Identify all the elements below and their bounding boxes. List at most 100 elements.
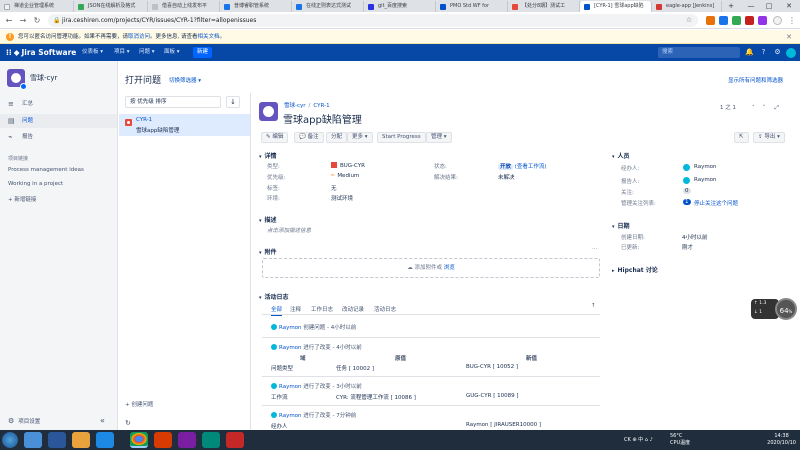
taskbar-app-icon[interactable] [24,432,42,448]
attachment-dropzone[interactable]: ☁ 添加附件或 浏览 [262,258,600,278]
sort-dropdown[interactable]: 按 优先级 排序 [125,96,221,108]
browser-tab[interactable]: JSON在线解析及格式 [74,1,148,12]
docs-link[interactable]: 相关文档 [198,34,220,40]
start-progress-button[interactable]: Start Progress [377,132,426,143]
minimize-button[interactable]: — [744,0,758,12]
attachments-section-heading[interactable]: ▾ 附件 [259,247,277,256]
reporter-value[interactable]: Raymon [694,177,717,183]
more-dropdown[interactable]: 更多 ▾ [347,132,373,143]
sort-direction-button[interactable]: ↓ [226,96,240,108]
url-input[interactable]: 🔒 jira.ceshiren.com/projects/CYR/issues/C… [48,14,698,27]
issue-title[interactable]: 雪球app缺陷管理 [283,111,362,126]
activity-user-link[interactable]: Raymon [279,384,302,390]
extension-icon[interactable] [758,16,767,25]
browser-tab[interactable]: 普博睿职管系统 [220,1,292,12]
people-section-heading[interactable]: ▾ 人员 [612,151,630,160]
activity-tab-history[interactable]: 改动记录 [342,305,364,313]
browser-tab[interactable]: 在线正则表达式测试 [292,1,364,12]
view-workflow-link[interactable]: (查看工作流) [515,164,547,170]
folder-icon[interactable] [72,432,90,448]
taskbar-app-icon[interactable] [48,432,66,448]
activity-tab-comments[interactable]: 注释 [290,305,301,313]
taskbar-app-icon[interactable] [154,432,172,448]
back-icon[interactable]: ← [3,15,15,26]
breadcrumb-issue-key[interactable]: CYR-1 [313,103,329,109]
nav-issues[interactable]: 问题 ▾ [139,44,155,61]
project-settings-button[interactable]: ⚙ 项目设置 [8,417,40,425]
breadcrumb-project[interactable]: 雪球-cyr [284,103,306,109]
view-all-filters-link[interactable]: 显示所有问题和筛选器 [728,76,783,84]
activity-user-link[interactable]: Raymon [279,325,302,331]
issue-list-item[interactable]: CYR-1 雪球app缺陷管理 [119,114,250,136]
browser-tab[interactable]: 【处分8期】测试工 [508,1,580,12]
watchers-count[interactable]: 1 [683,199,691,205]
collapse-sidebar-icon[interactable]: « [100,416,105,425]
comment-button[interactable]: 💬 备注 [294,132,324,143]
close-window-button[interactable]: ✕ [782,0,796,12]
browser-menu-icon[interactable]: ⋮ [786,15,798,26]
search-input[interactable]: 搜索 [658,47,740,58]
browser-tab[interactable]: git_百度搜索 [364,1,436,12]
close-icon[interactable]: ✕ [786,30,792,44]
chevron-down-icon[interactable]: ˅ [763,105,766,111]
admin-dropdown[interactable]: 管理 ▾ [426,132,452,143]
assign-button[interactable]: 分配 [326,132,348,143]
add-link-button[interactable]: + 新增链接 [8,195,36,203]
sidebar-link[interactable]: Process management ideas [8,167,84,173]
forward-icon[interactable]: → [17,15,29,26]
edit-button[interactable]: ✎ 编辑 [261,132,289,143]
sidebar-item-summary[interactable]: ≡ 汇总 [0,97,117,111]
nav-projects[interactable]: 项目 ▾ [114,44,130,61]
hipchat-section-heading[interactable]: ▸ Hipchat 讨论 [612,265,658,274]
maximize-button[interactable]: □ [762,0,776,12]
project-name[interactable]: 雪球-cyr [30,73,57,83]
activity-user-link[interactable]: Raymon [279,413,302,419]
user-avatar[interactable] [786,48,796,58]
extension-icon[interactable] [745,16,754,25]
tray-icons[interactable]: CK ⊕ 中 ⌂ ♪ [624,436,653,443]
activity-sort-icon[interactable]: ↑ [591,303,596,309]
browse-link[interactable]: 浏览 [444,265,455,271]
clock[interactable]: 14:38 2020/10/10 [767,433,796,447]
refresh-icon[interactable]: ↻ [125,419,131,427]
chevron-up-icon[interactable]: ˄ [752,105,755,111]
status-badge[interactable]: 开放 [498,164,514,170]
project-avatar[interactable] [259,102,278,121]
expand-icon[interactable]: ⤢ [775,105,779,111]
browser-tab[interactable]: 禅道企业管理系统 [0,1,74,12]
profile-avatar-icon[interactable] [773,16,782,25]
activity-user-link[interactable]: Raymon [279,345,302,351]
export-dropdown[interactable]: ⇪ 导出 ▾ [753,132,785,143]
description-placeholder[interactable]: 点击添加描述信息 [267,226,311,234]
sidebar-link[interactable]: Working in a project [8,181,63,187]
browser-tab[interactable]: eagle-app [Jenkins] [652,1,722,12]
browser-tab-active[interactable]: [CYR-1] 雪球app缺陷 [580,1,652,12]
jira-logo[interactable]: ⁝⁝ ◆ Jira Software [6,47,76,58]
description-section-heading[interactable]: ▾ 描述 [259,215,277,224]
star-icon[interactable]: ☆ [683,15,695,26]
temperature-widget[interactable]: 56°C CPU温度 [670,433,690,447]
chrome-icon[interactable] [130,432,148,448]
new-tab-button[interactable]: + [724,0,738,12]
nav-boards[interactable]: 面板 ▾ [164,44,180,61]
taskbar-app-icon[interactable] [178,432,196,448]
browser-tab[interactable]: 借喜自动上线发布平 [148,1,220,12]
activity-tab-worklog[interactable]: 工作日志 [311,305,333,313]
extension-icon[interactable] [732,16,741,25]
extension-icon[interactable] [719,16,728,25]
issue-key[interactable]: CYR-1 [136,117,152,123]
environment-value[interactable]: 测试环境 [331,194,353,202]
assignee-value[interactable]: Raymon [694,164,717,170]
taskbar-app-icon[interactable] [96,432,114,448]
attachments-more-icon[interactable]: ··· [592,246,597,252]
votes-count[interactable]: 0 [683,188,691,194]
share-icon[interactable]: ⇱ [734,132,749,143]
dates-section-heading[interactable]: ▾ 日期 [612,221,630,230]
stop-watching-link[interactable]: 停止关注这个问题 [694,199,738,207]
details-section-heading[interactable]: ▾ 详情 [259,151,277,160]
create-issue-button[interactable]: + 创建问题 [125,400,153,408]
nav-dashboards[interactable]: 仪表板 ▾ [82,44,103,61]
cancel-access-link[interactable]: 取消访问 [128,34,150,40]
activity-tab-activity[interactable]: 活动日志 [374,305,396,313]
switch-filter-dropdown[interactable]: 切换筛选器 ▾ [169,76,201,84]
